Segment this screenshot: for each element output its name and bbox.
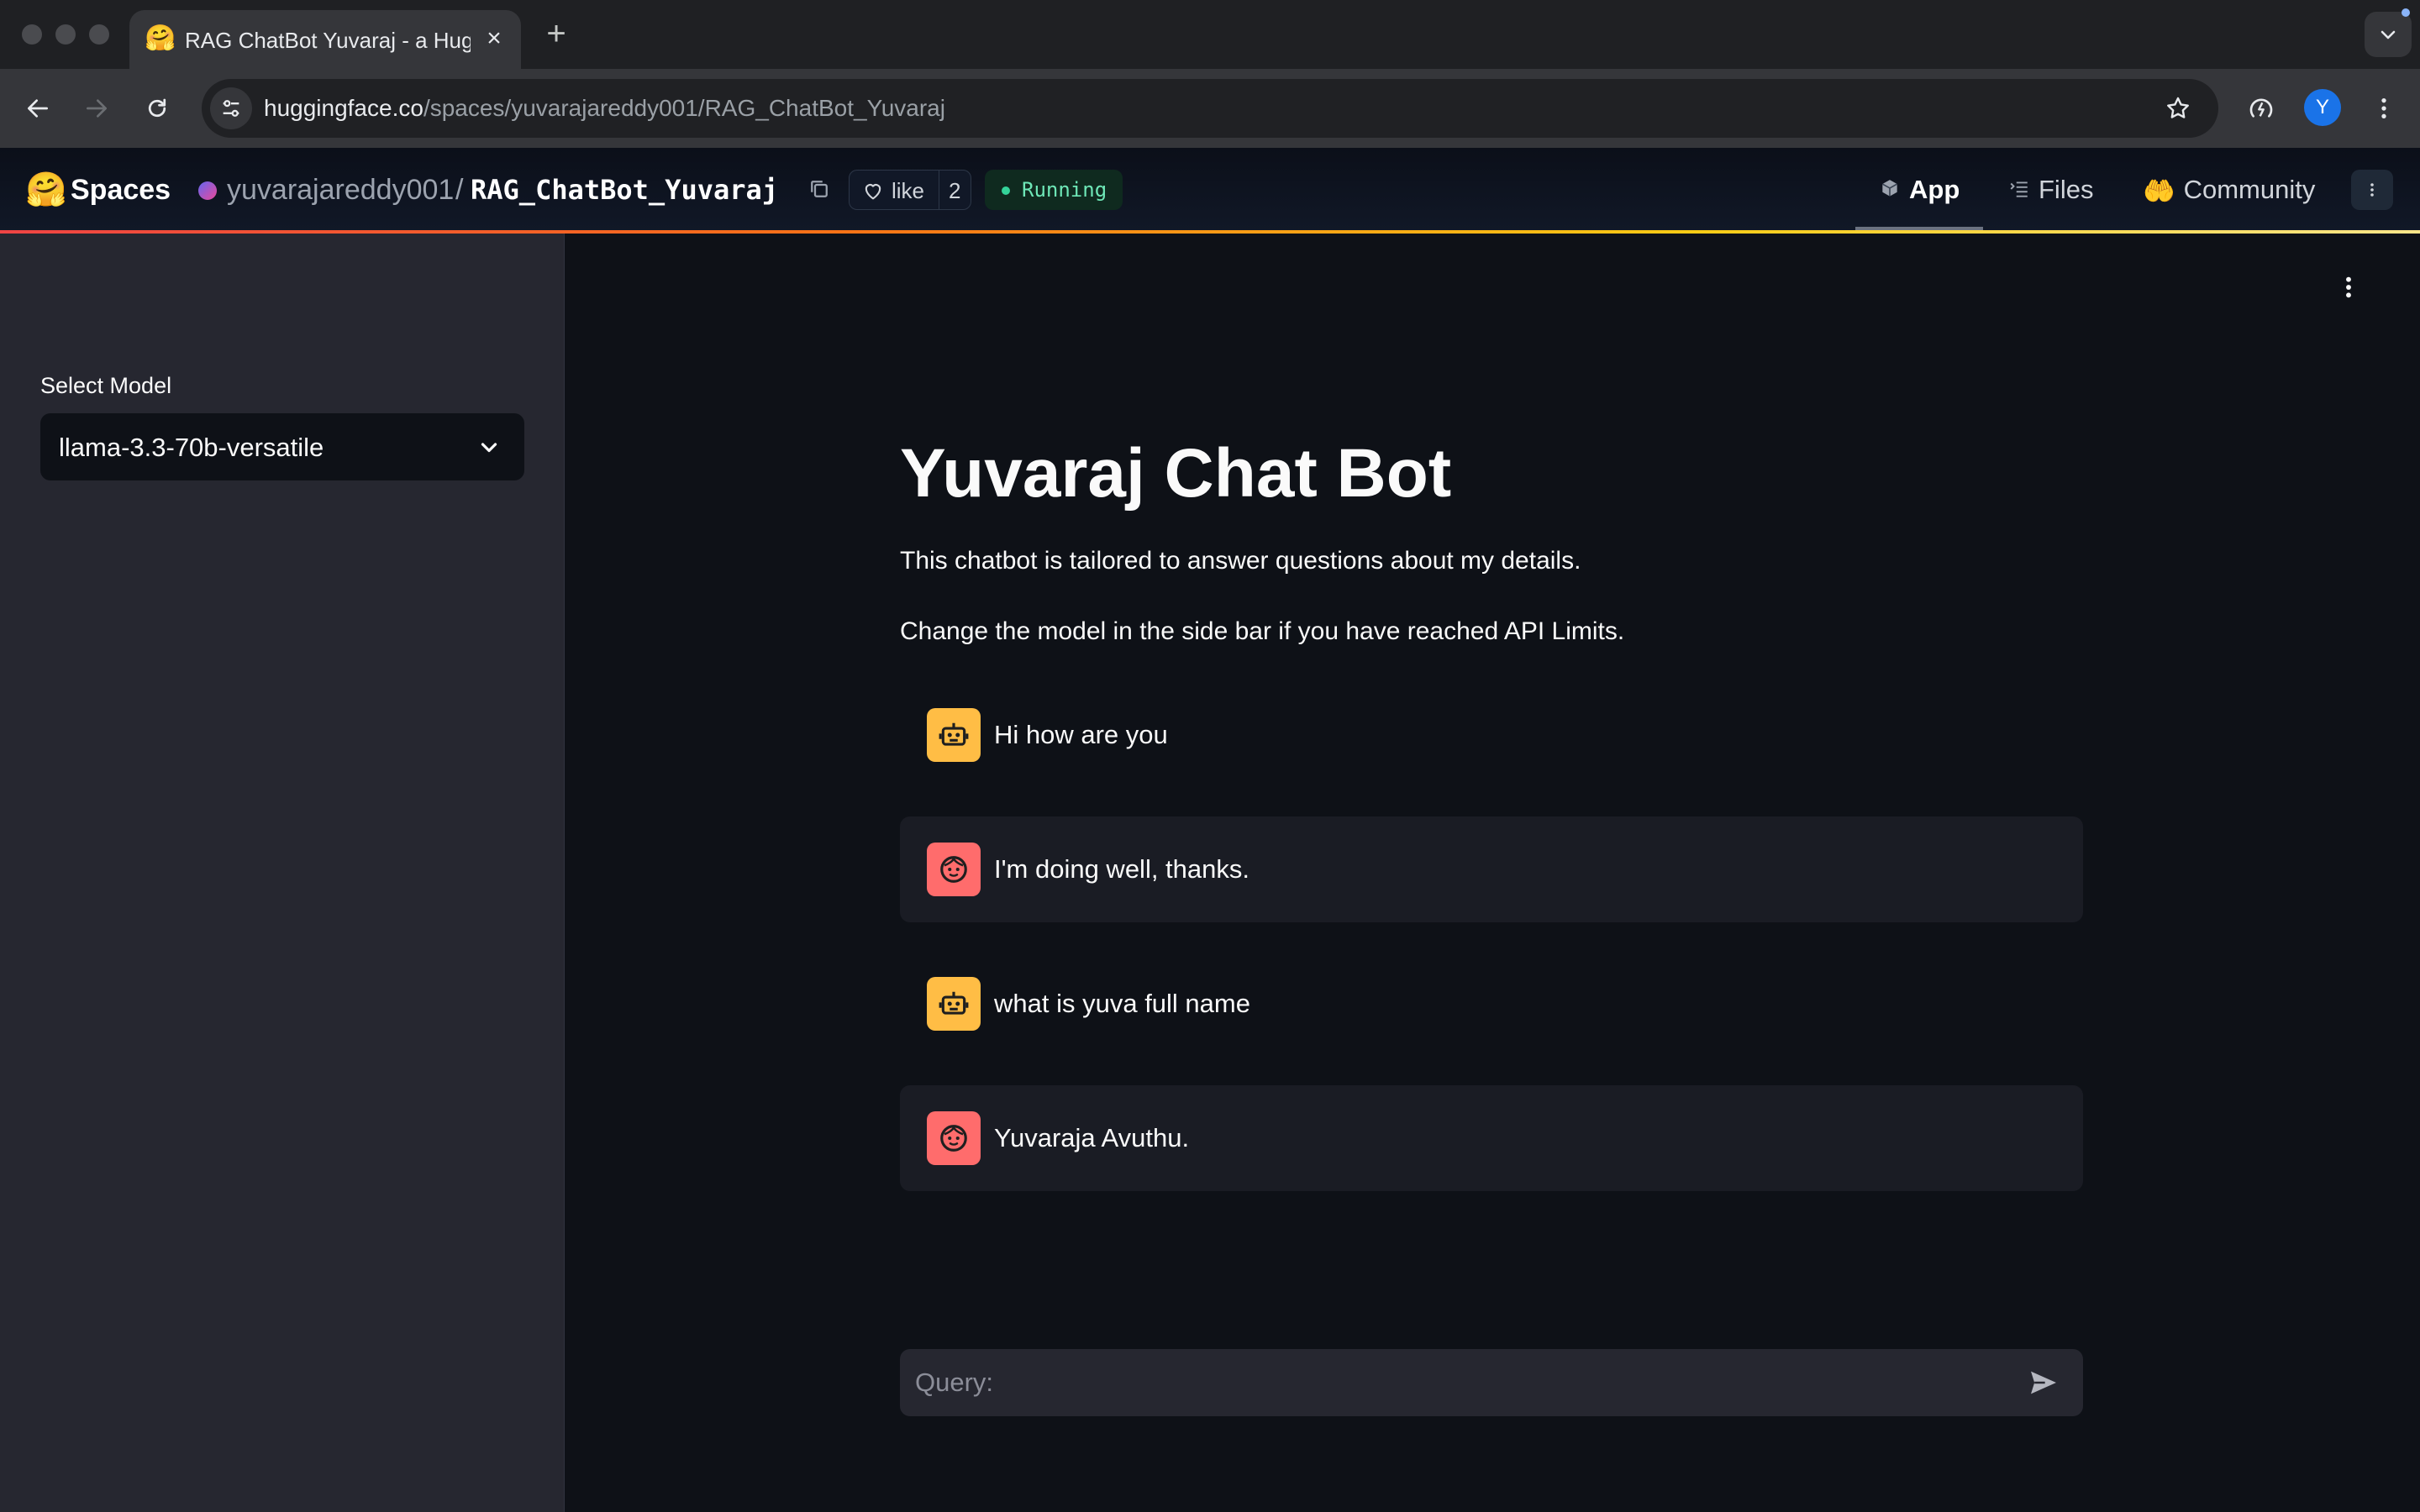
speed-gauge-icon	[2249, 98, 2273, 118]
chevron-down-icon	[474, 432, 504, 462]
browser-toolbar: huggingface.co/spaces/yuvarajareddy001/R…	[0, 69, 2420, 148]
owner-link[interactable]: yuvarajareddy001	[227, 171, 454, 208]
files-list-icon	[2008, 171, 2030, 212]
path-separator: /	[455, 174, 464, 206]
forward-button[interactable]	[76, 87, 118, 129]
tab-search-button[interactable]	[2365, 12, 2412, 57]
new-tab-button[interactable]: +	[538, 15, 575, 52]
copy-icon[interactable]	[807, 176, 832, 202]
like-label: like	[892, 178, 925, 203]
tab-files-label: Files	[2039, 175, 2094, 204]
arrow-right-icon	[87, 99, 107, 118]
more-vertical-icon	[2370, 183, 2374, 197]
assistant-avatar	[927, 1111, 981, 1165]
chat-message-assistant: Yuvaraja Avuthu.	[900, 1085, 2083, 1191]
tab-community[interactable]: 🤲 Community	[2143, 170, 2315, 210]
message-text: Hi how are you	[994, 720, 1168, 749]
api-limit-note: Change the model in the side bar if you …	[900, 617, 1625, 645]
message-text: what is yuva full name	[994, 989, 1250, 1018]
app-menu-button[interactable]	[2330, 269, 2367, 306]
user-avatar	[927, 977, 981, 1031]
community-hands-icon: 🤲	[2143, 176, 2175, 206]
profile-avatar[interactable]: Y	[2304, 89, 2341, 126]
url-path: /spaces/yuvarajareddy001/RAG_ChatBot_Yuv…	[423, 95, 945, 121]
face-icon	[940, 1125, 967, 1152]
window-maximize-button[interactable]	[89, 24, 109, 45]
browser-menu-button[interactable]	[2363, 87, 2405, 129]
chat-message-user: Hi how are you	[900, 682, 2083, 788]
hugging-face-logo-icon[interactable]: 🤗	[25, 171, 67, 208]
url-text[interactable]: huggingface.co/spaces/yuvarajareddy001/R…	[264, 93, 945, 123]
address-bar[interactable]: huggingface.co/spaces/yuvarajareddy001/R…	[202, 79, 2218, 138]
sidebar: Select Model llama-3.3-70b-versatile	[0, 234, 565, 1512]
send-icon	[2031, 1371, 2056, 1394]
arrow-left-icon	[28, 99, 48, 118]
hugging-face-favicon-icon: 🤗	[145, 24, 176, 52]
tune-icon	[223, 100, 239, 117]
chevron-down-icon	[2381, 30, 2396, 39]
user-avatar	[927, 708, 981, 762]
query-input[interactable]	[915, 1362, 2007, 1403]
heart-icon	[861, 179, 885, 207]
owner-avatar	[198, 181, 217, 200]
tab-app-label: App	[1909, 175, 1960, 204]
more-vertical-icon	[2381, 98, 2386, 118]
tab-files[interactable]: Files	[2008, 170, 2093, 210]
notification-dot	[2402, 8, 2410, 17]
reload-icon	[148, 98, 166, 118]
face-icon	[940, 856, 967, 883]
cube-icon	[1879, 171, 1901, 212]
assistant-avatar	[927, 843, 981, 896]
window-minimize-button[interactable]	[55, 24, 76, 45]
message-text: Yuvaraja Avuthu.	[994, 1123, 1190, 1152]
tab-title: RAG ChatBot Yuvaraj - a Hugging Face Spa…	[185, 28, 471, 53]
more-vertical-icon	[2346, 276, 2351, 298]
tab-app[interactable]: App	[1879, 170, 1960, 210]
url-domain: huggingface.co	[264, 95, 424, 121]
message-text: I'm doing well, thanks.	[994, 854, 1250, 884]
browser-tab-strip: 🤗 RAG ChatBot Yuvaraj - a Hugging Face S…	[0, 0, 2420, 69]
description-text: This chatbot is tailored to answer quest…	[900, 547, 1581, 575]
bookmark-star-icon[interactable]	[2161, 92, 2195, 125]
window-close-button[interactable]	[22, 24, 42, 45]
repo-name-link[interactable]: RAG_ChatBot_Yuvaraj	[471, 171, 778, 208]
tab-close-icon[interactable]: ×	[477, 22, 511, 55]
status-badge[interactable]: Running	[985, 170, 1123, 210]
model-select[interactable]: llama-3.3-70b-versatile	[40, 413, 524, 480]
like-count: 2	[949, 178, 961, 203]
status-dot	[1002, 186, 1010, 195]
chat-message-assistant: I'm doing well, thanks.	[900, 816, 2083, 922]
reload-button[interactable]	[136, 87, 178, 129]
chat-input-container	[900, 1349, 2083, 1416]
performance-button[interactable]	[2240, 87, 2282, 129]
like-button[interactable]: like 2	[849, 170, 971, 210]
hf-space-header: 🤗 Spaces yuvarajareddy001 / RAG_ChatBot_…	[0, 148, 2420, 232]
status-label: Running	[1022, 178, 1107, 202]
site-info-button[interactable]	[210, 87, 252, 129]
browser-tab-active[interactable]: 🤗 RAG ChatBot Yuvaraj - a Hugging Face S…	[129, 10, 521, 69]
send-button[interactable]	[2023, 1362, 2065, 1403]
spaces-link[interactable]: Spaces	[71, 171, 171, 208]
page-title: Yuvaraj Chat Bot	[900, 435, 1452, 512]
main-content: Yuvaraj Chat Bot This chatbot is tailore…	[566, 234, 2420, 1512]
select-model-label: Select Model	[40, 373, 172, 398]
model-select-value: llama-3.3-70b-versatile	[59, 433, 324, 462]
back-button[interactable]	[17, 87, 59, 129]
robot-icon	[939, 722, 969, 746]
space-menu-button[interactable]	[2351, 170, 2393, 210]
tab-community-label: Community	[2183, 175, 2316, 204]
robot-icon	[939, 991, 969, 1015]
chat-message-user: what is yuva full name	[900, 951, 2083, 1057]
